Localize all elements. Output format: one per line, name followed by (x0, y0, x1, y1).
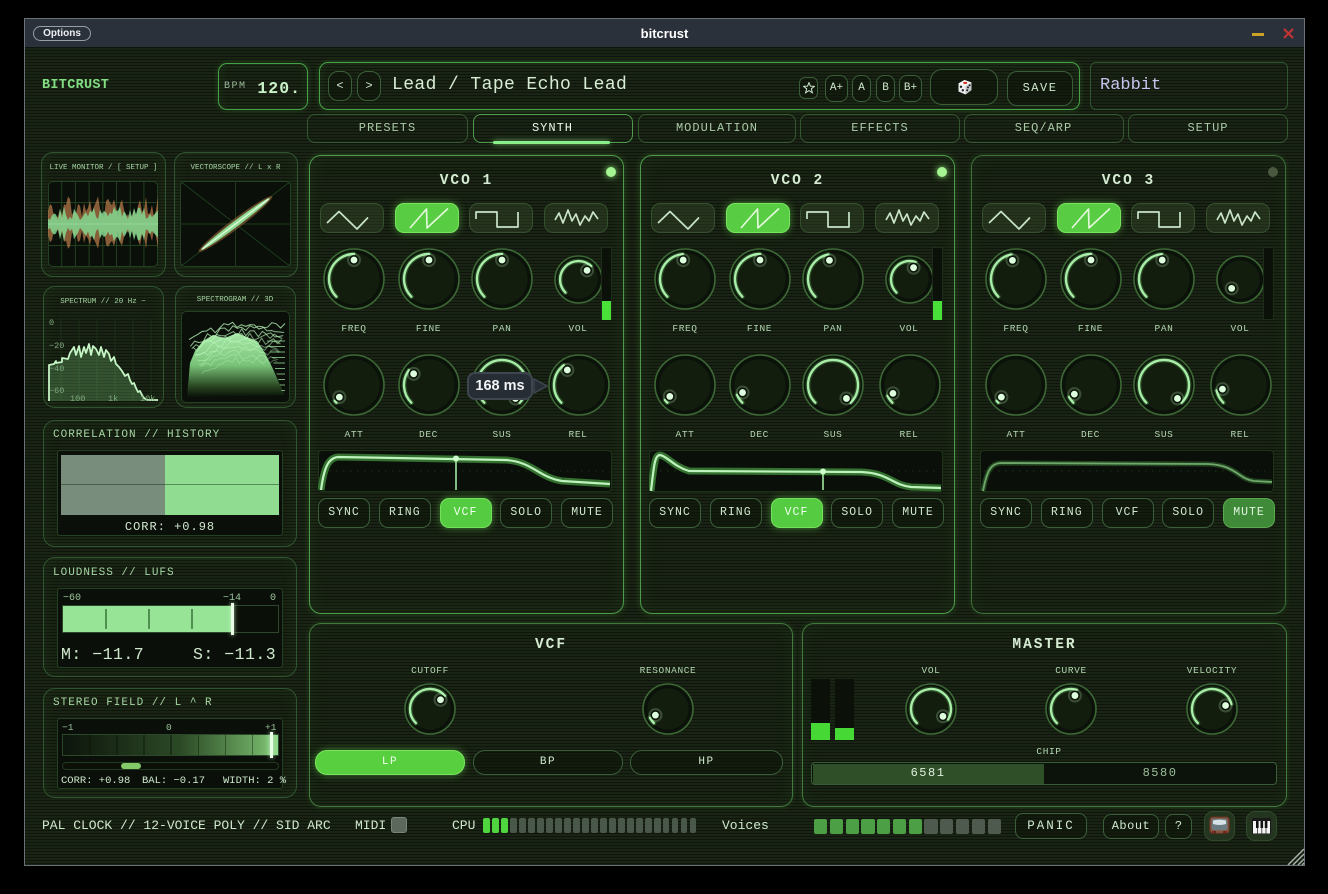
svg-text:100: 100 (70, 394, 85, 403)
svg-text:0: 0 (49, 318, 54, 328)
svg-text:−60: −60 (49, 386, 64, 396)
svg-text:1k: 1k (108, 394, 118, 403)
svg-text:10k: 10k (140, 394, 155, 403)
svg-text:−40: −40 (49, 364, 64, 374)
svg-text:−20: −20 (49, 341, 64, 351)
